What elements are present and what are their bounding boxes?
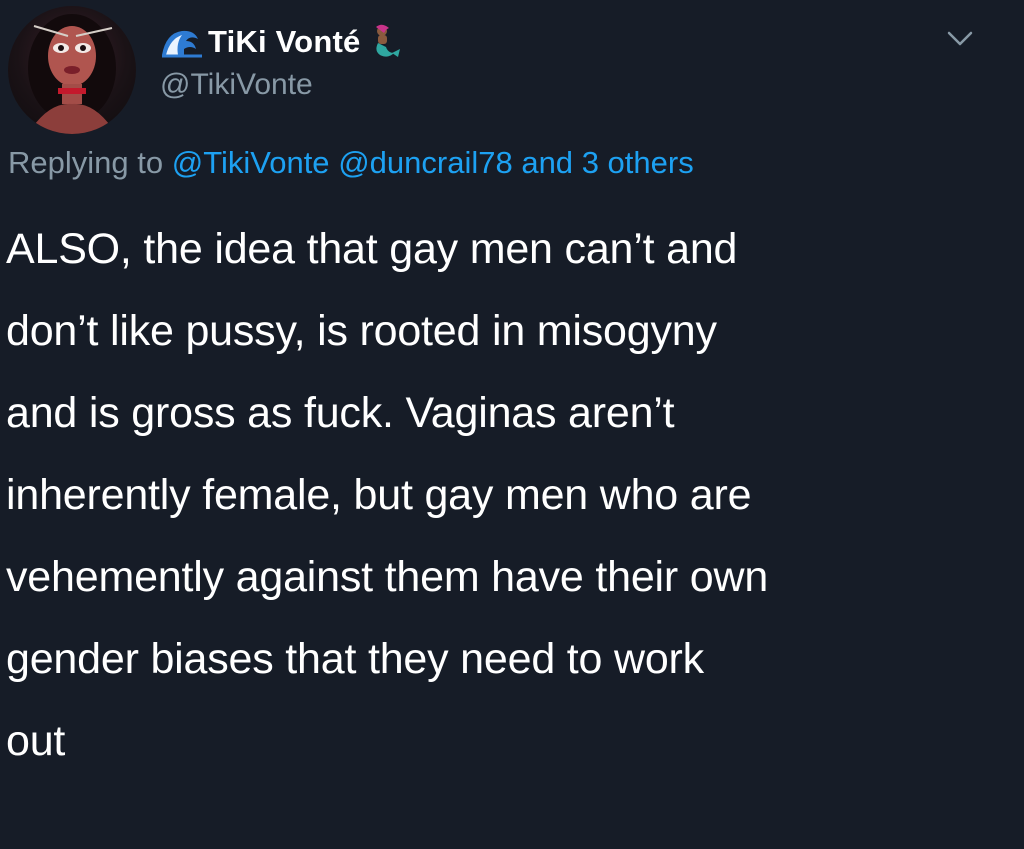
tweet-card: TiKi Vonté @TikiVonte Replying to @TikiV… [0, 0, 1024, 849]
ocean-wave-icon [160, 25, 204, 59]
mermaid-icon [364, 23, 402, 61]
display-name: TiKi Vonté [208, 24, 361, 59]
tweet-text: ALSO, the idea that gay men can’t and do… [6, 225, 769, 765]
replying-to-label: Replying to [8, 145, 164, 180]
mention-connector[interactable]: and [521, 145, 573, 180]
mention-others[interactable]: 3 others [582, 145, 694, 180]
chevron-down-icon[interactable] [944, 26, 976, 50]
author-handle[interactable]: @TikiVonte [160, 68, 313, 102]
replying-to-line: Replying to @TikiVonte @duncrail78 and 3… [8, 145, 694, 181]
mention-duncrail78[interactable]: @duncrail78 [338, 145, 513, 180]
profile-avatar[interactable] [8, 6, 136, 134]
mention-tikivonte[interactable]: @TikiVonte [172, 145, 330, 180]
author-name-row[interactable]: TiKi Vonté [160, 22, 402, 62]
